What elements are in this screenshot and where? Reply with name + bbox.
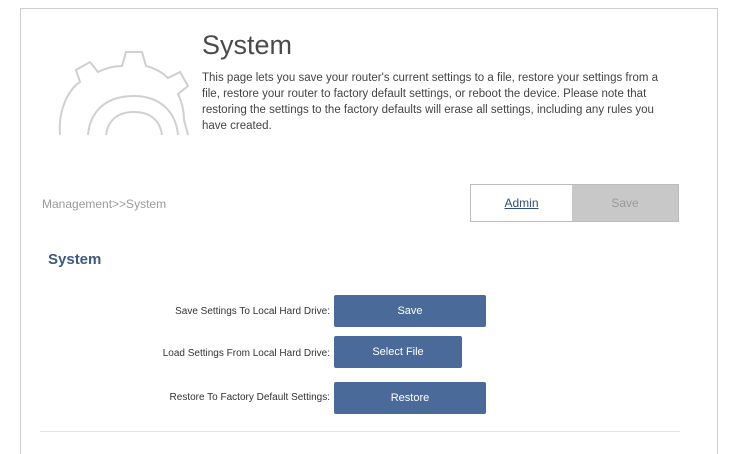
save-tab-button[interactable]: Save (572, 185, 678, 221)
save-settings-button[interactable]: Save (334, 295, 486, 327)
select-file-button[interactable]: Select File (334, 336, 462, 368)
page-description: This page lets you save your router's cu… (202, 72, 659, 132)
page-title: System (202, 30, 293, 60)
restore-defaults-label: Restore To Factory Default Settings: (169, 392, 330, 403)
divider (40, 431, 680, 432)
tab-admin[interactable]: Admin (471, 185, 572, 221)
breadcrumb: Management>>System (42, 197, 167, 211)
tab-bar: Admin Save (470, 184, 679, 222)
section-title: System (48, 251, 102, 268)
restore-button[interactable]: Restore (334, 382, 486, 414)
save-settings-label: Save Settings To Local Hard Drive: (175, 306, 330, 317)
load-settings-label: Load Settings From Local Hard Drive: (162, 348, 330, 359)
gear-icon (58, 51, 190, 136)
